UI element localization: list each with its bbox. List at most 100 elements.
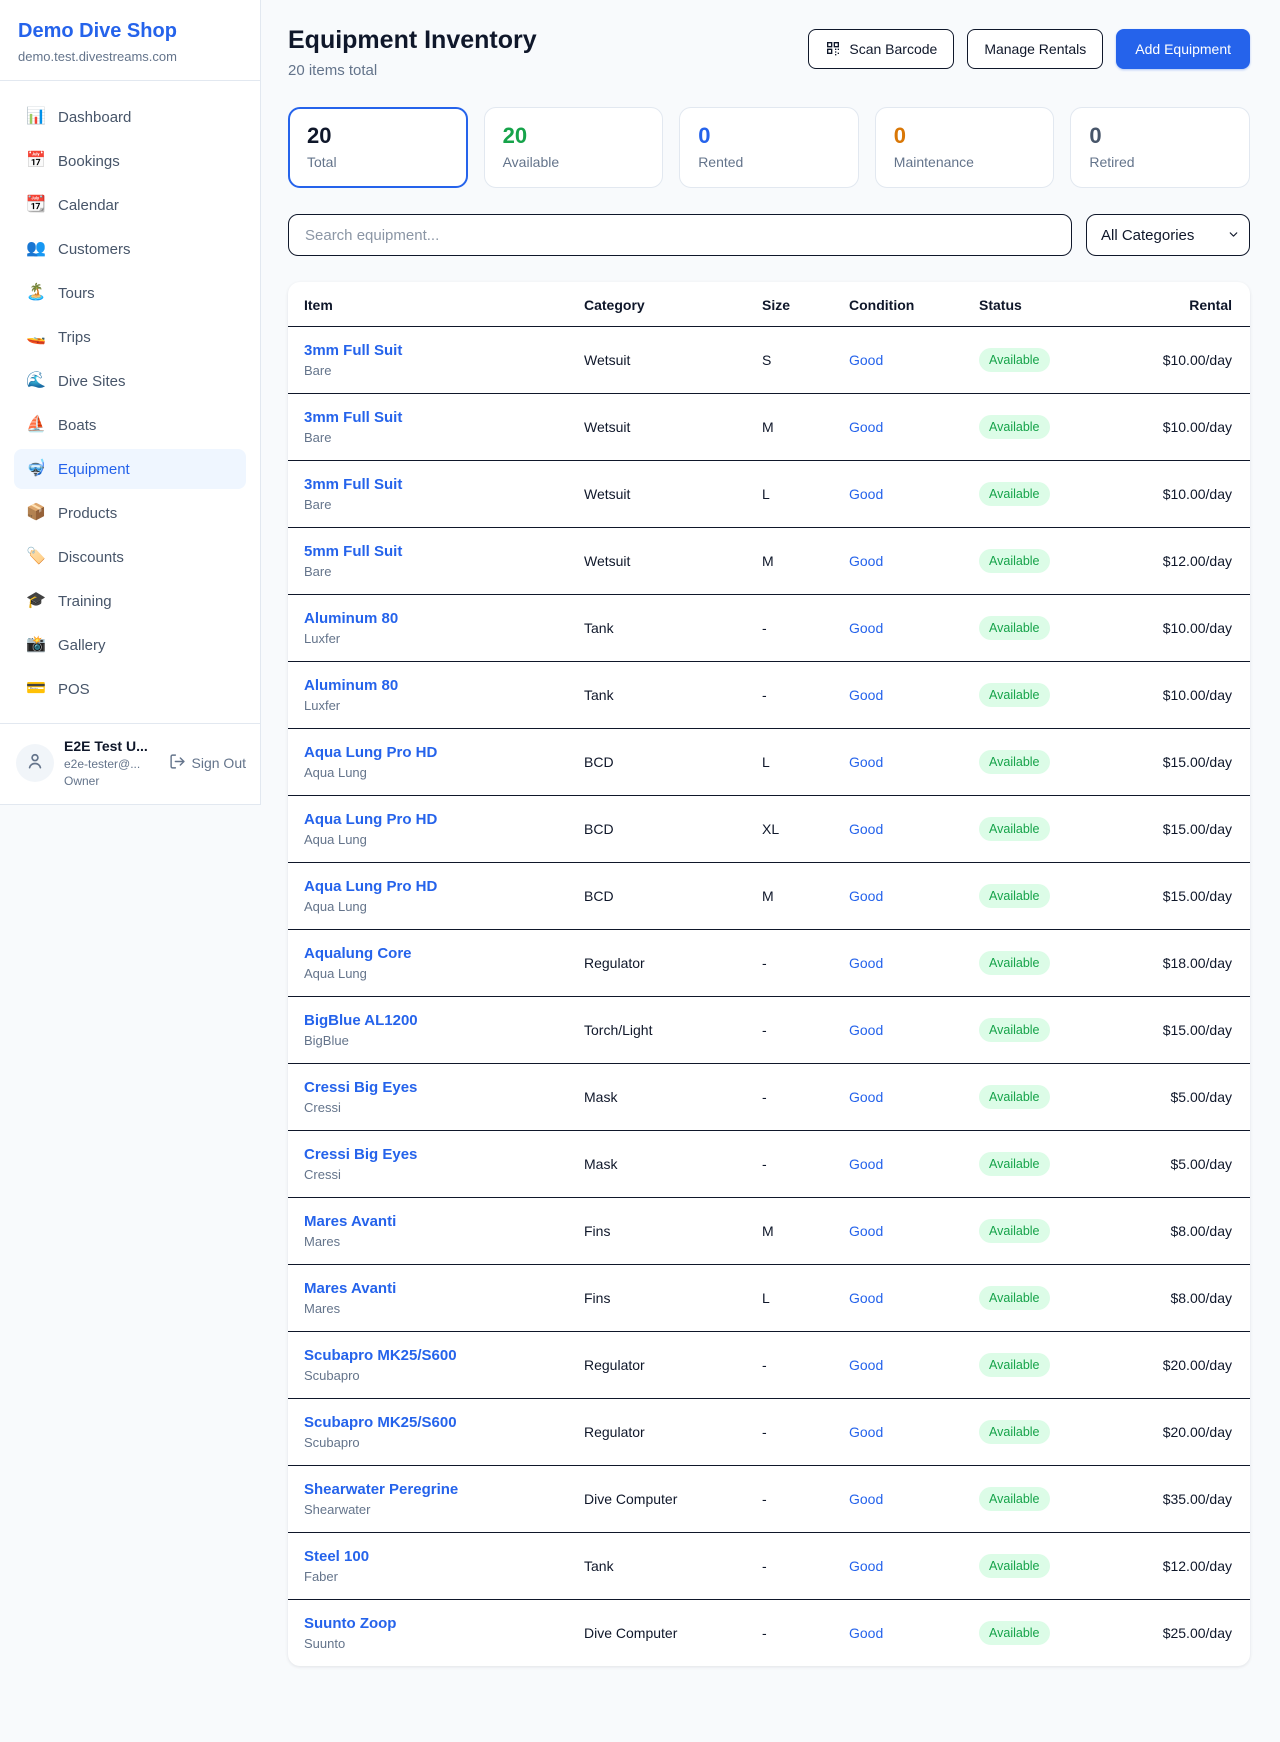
item-name-link[interactable]: Aluminum 80 <box>304 677 398 694</box>
item-name-link[interactable]: Cressi Big Eyes <box>304 1079 417 1096</box>
item-condition-link[interactable]: Good <box>849 1625 883 1641</box>
item-cell: Steel 100Faber <box>288 1533 568 1600</box>
item-name-link[interactable]: Suunto Zoop <box>304 1615 396 1632</box>
table-row: Mares AvantiMaresFinsLGoodAvailable$8.00… <box>288 1265 1250 1332</box>
condition-cell: Good <box>833 528 963 595</box>
item-name-link[interactable]: 3mm Full Suit <box>304 476 402 493</box>
table-row: Steel 100FaberTank-GoodAvailable$12.00/d… <box>288 1533 1250 1600</box>
item-condition-link[interactable]: Good <box>849 888 883 904</box>
item-category: Fins <box>568 1198 746 1265</box>
condition-cell: Good <box>833 662 963 729</box>
item-condition-link[interactable]: Good <box>849 1156 883 1172</box>
item-condition-link[interactable]: Good <box>849 1022 883 1038</box>
filter-row: All Categories <box>288 214 1250 256</box>
item-name-link[interactable]: 5mm Full Suit <box>304 543 402 560</box>
item-name-link[interactable]: Steel 100 <box>304 1548 369 1565</box>
user-role: Owner <box>64 774 159 788</box>
item-condition-link[interactable]: Good <box>849 1491 883 1507</box>
status-cell: Available <box>963 1198 1103 1265</box>
stat-card-retired[interactable]: 0Retired <box>1070 107 1250 188</box>
stat-card-total[interactable]: 20Total <box>288 107 468 188</box>
stat-card-maintenance[interactable]: 0Maintenance <box>875 107 1055 188</box>
sidebar-item-bookings[interactable]: 📅Bookings <box>14 141 246 181</box>
table-body: 3mm Full SuitBareWetsuitSGoodAvailable$1… <box>288 327 1250 1667</box>
sign-out-button[interactable]: Sign Out <box>169 753 246 773</box>
sidebar-item-tours[interactable]: 🏝️Tours <box>14 273 246 313</box>
status-cell: Available <box>963 930 1103 997</box>
item-size: L <box>746 729 833 796</box>
stat-card-available[interactable]: 20Available <box>484 107 664 188</box>
category-select[interactable]: All Categories <box>1086 214 1250 256</box>
sidebar-item-pos[interactable]: 💳POS <box>14 669 246 709</box>
sidebar-item-gallery[interactable]: 📸Gallery <box>14 625 246 665</box>
item-rental: $20.00/day <box>1103 1399 1250 1466</box>
item-condition-link[interactable]: Good <box>849 821 883 837</box>
item-name-link[interactable]: Scubapro MK25/S600 <box>304 1414 457 1431</box>
sidebar-item-customers[interactable]: 👥Customers <box>14 229 246 269</box>
item-name-link[interactable]: Scubapro MK25/S600 <box>304 1347 457 1364</box>
item-size: - <box>746 1131 833 1198</box>
scan-barcode-button[interactable]: Scan Barcode <box>808 29 954 69</box>
item-brand: Bare <box>304 564 568 579</box>
condition-cell: Good <box>833 1064 963 1131</box>
item-condition-link[interactable]: Good <box>849 620 883 636</box>
item-cell: 5mm Full Suit Bare <box>288 528 568 595</box>
sidebar-item-training[interactable]: 🎓Training <box>14 581 246 621</box>
sidebar-item-equipment[interactable]: 🤿Equipment <box>14 449 246 489</box>
item-name-link[interactable]: Aluminum 80 <box>304 610 398 627</box>
item-condition-link[interactable]: Good <box>849 1424 883 1440</box>
item-condition-link[interactable]: Good <box>849 553 883 569</box>
item-name-link[interactable]: 3mm Full Suit <box>304 409 402 426</box>
stat-card-rented[interactable]: 0Rented <box>679 107 859 188</box>
table-row: Aqualung CoreAqua LungRegulator-GoodAvai… <box>288 930 1250 997</box>
add-equipment-button[interactable]: Add Equipment <box>1116 29 1250 69</box>
item-condition-link[interactable]: Good <box>849 754 883 770</box>
column-header-rental: Rental <box>1103 282 1250 327</box>
item-condition-link[interactable]: Good <box>849 955 883 971</box>
item-name-link[interactable]: Aqualung Core <box>304 945 412 962</box>
item-condition-link[interactable]: Good <box>849 1089 883 1105</box>
item-name-link[interactable]: Shearwater Peregrine <box>304 1481 458 1498</box>
item-condition-link[interactable]: Good <box>849 486 883 502</box>
search-input[interactable] <box>288 214 1072 256</box>
item-condition-link[interactable]: Good <box>849 1223 883 1239</box>
item-cell: Aqua Lung Pro HDAqua Lung <box>288 863 568 930</box>
sidebar-item-dashboard[interactable]: 📊Dashboard <box>14 97 246 137</box>
item-name-link[interactable]: BigBlue AL1200 <box>304 1012 418 1029</box>
item-name-link[interactable]: Mares Avanti <box>304 1213 396 1230</box>
sidebar-item-discounts[interactable]: 🏷️Discounts <box>14 537 246 577</box>
sidebar-item-calendar[interactable]: 📆Calendar <box>14 185 246 225</box>
item-condition-link[interactable]: Good <box>849 687 883 703</box>
sidebar-item-boats[interactable]: ⛵Boats <box>14 405 246 445</box>
manage-rentals-button[interactable]: Manage Rentals <box>967 29 1103 69</box>
stat-label: Available <box>503 154 645 170</box>
item-cell: Aluminum 80Luxfer <box>288 662 568 729</box>
status-badge: Available <box>979 1152 1050 1177</box>
item-condition-link[interactable]: Good <box>849 352 883 368</box>
item-name-link[interactable]: Cressi Big Eyes <box>304 1146 417 1163</box>
sidebar-item-trips[interactable]: 🚤Trips <box>14 317 246 357</box>
item-rental: $8.00/day <box>1103 1198 1250 1265</box>
calendar-icon: 📆 <box>26 197 46 213</box>
shop-domain: demo.test.divestreams.com <box>18 49 242 64</box>
item-cell: 3mm Full SuitBare <box>288 327 568 394</box>
item-size: XL <box>746 796 833 863</box>
item-rental: $10.00/day <box>1103 595 1250 662</box>
item-name-link[interactable]: Mares Avanti <box>304 1280 396 1297</box>
sidebar-item-dive-sites[interactable]: 🌊Dive Sites <box>14 361 246 401</box>
user-email: e2e-tester@... <box>64 757 159 771</box>
column-header-status: Status <box>963 282 1103 327</box>
item-size: - <box>746 1332 833 1399</box>
table-row: Cressi Big EyesCressiMask-GoodAvailable$… <box>288 1064 1250 1131</box>
item-condition-link[interactable]: Good <box>849 1290 883 1306</box>
item-name-link[interactable]: 3mm Full Suit <box>304 342 402 359</box>
item-condition-link[interactable]: Good <box>849 1357 883 1373</box>
sign-out-icon <box>169 753 186 773</box>
item-name-link[interactable]: Aqua Lung Pro HD <box>304 744 437 761</box>
item-condition-link[interactable]: Good <box>849 1558 883 1574</box>
item-name-link[interactable]: Aqua Lung Pro HD <box>304 878 437 895</box>
item-condition-link[interactable]: Good <box>849 419 883 435</box>
sidebar-item-label: Bookings <box>58 153 120 170</box>
sidebar-item-products[interactable]: 📦Products <box>14 493 246 533</box>
item-name-link[interactable]: Aqua Lung Pro HD <box>304 811 437 828</box>
